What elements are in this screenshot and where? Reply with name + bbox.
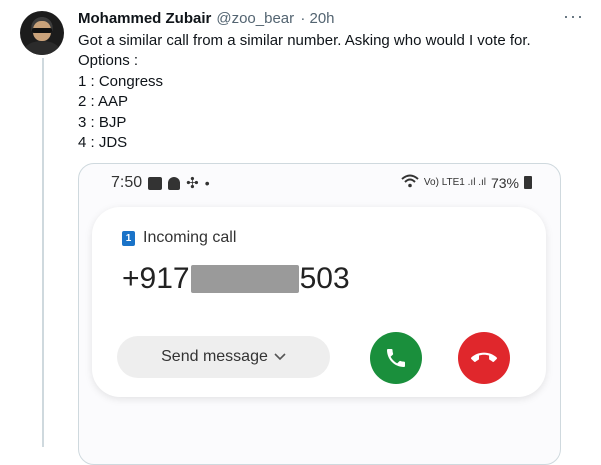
status-dot: • [204, 175, 210, 191]
avatar-shoulders [24, 41, 60, 55]
app-notification-icon [168, 176, 181, 190]
battery-icon [524, 176, 532, 189]
tweet-line: Got a similar call from a similar number… [78, 32, 531, 49]
tweet-line: 2 : AAP [78, 93, 129, 111]
end-call-icon [471, 352, 497, 363]
send-message-button[interactable]: Send message [117, 336, 330, 378]
incoming-call-label: 1 Incoming call [122, 229, 236, 247]
tweet-time[interactable]: · 20h [300, 10, 334, 27]
phone-time: 7:50 [111, 174, 143, 191]
tweet-line: 1 : Congress [78, 72, 164, 90]
phone-icon [387, 349, 405, 367]
author-handle[interactable]: @zoo_bear [216, 10, 294, 27]
tweet-line: 3 : BJP [78, 113, 127, 131]
tweet-line: Options : [78, 52, 139, 70]
call-label-text: Incoming call [143, 229, 237, 246]
tweet-header: Mohammed Zubair @zoo_bear · 20h [78, 10, 335, 27]
battery-percent: 73% [490, 174, 519, 191]
tweet-text: Got a similar call from a similar number… [78, 31, 531, 153]
phone-status-right: Vo) LTE1 .ıl .ıl 73% [401, 174, 532, 191]
author-name[interactable]: Mohammed Zubair [78, 10, 211, 27]
avatar[interactable] [20, 11, 64, 55]
tweet-media-image[interactable]: 7:50 ✣ • Vo) LTE1 .ıl .ıl 73% 1 Incoming… [78, 163, 561, 465]
decline-call-button[interactable] [458, 332, 510, 384]
send-message-label: Send message [161, 348, 268, 365]
avatar-sunglasses [32, 28, 52, 33]
wifi-icon [401, 174, 419, 191]
phone-status-bar: 7:50 ✣ • [111, 174, 210, 192]
sim-badge: 1 [122, 230, 135, 246]
tweet-line: 4 : JDS [78, 134, 128, 152]
accept-call-button[interactable] [370, 332, 422, 384]
chevron-down-icon [274, 350, 286, 364]
fan-notification-icon: ✣ [186, 175, 199, 192]
redacted-digits [190, 265, 299, 293]
more-options-icon[interactable]: ··· [563, 6, 584, 27]
number-suffix: 503 [299, 262, 350, 295]
number-prefix: +917 [122, 262, 190, 295]
gallery-notification-icon [148, 176, 163, 190]
incoming-call-card: 1 Incoming call +917 503 Send message [92, 207, 546, 397]
signal-icon: Vo) LTE1 .ıl .ıl [423, 177, 486, 188]
caller-number: +917 503 [122, 262, 350, 296]
thread-line [42, 58, 44, 447]
